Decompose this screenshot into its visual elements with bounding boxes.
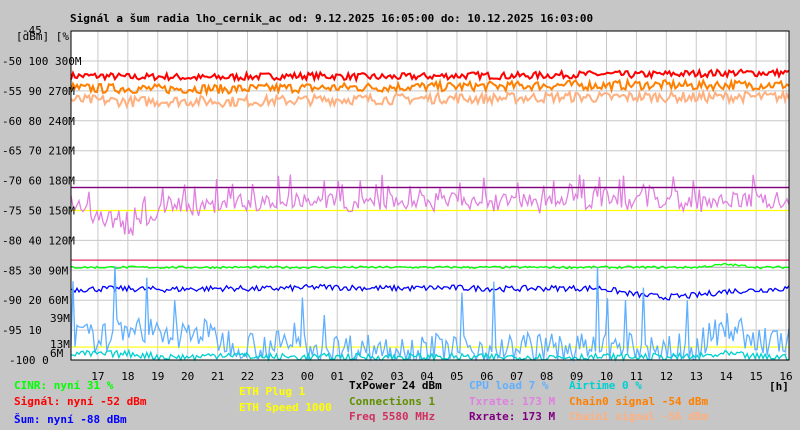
legend-eth-plug: ETH Plug 1 — [239, 385, 306, 398]
y-tick-label: -75 50 150M — [2, 205, 75, 218]
x-tick-label: 18 — [121, 370, 134, 383]
legend-chain1: Chain1 signal -56 dBm — [569, 410, 709, 423]
y-tick-label: -45 — [22, 24, 42, 37]
y-tick-label: -50 100 300M — [2, 55, 82, 68]
plot-area — [71, 31, 789, 360]
legend-txrate: Txrate: 173 M — [469, 395, 556, 408]
legend-chain0: Chain0 signal -54 dBm — [569, 395, 709, 408]
legend-airtime: Airtime 0 % — [569, 379, 642, 392]
y-tick-label: -65 70 210M — [2, 145, 75, 158]
x-tick-label: 13 — [690, 370, 703, 383]
x-tick-label: 01 — [331, 370, 344, 383]
legend-noise: Šum: nyní -88 dBm — [14, 413, 127, 426]
y-tick-label: -90 20 60M — [2, 294, 69, 307]
y-tick-label: -80 40 120M — [2, 234, 75, 247]
x-tick-label: 23 — [271, 370, 284, 383]
legend-cpu: CPU load 7 % — [469, 379, 549, 392]
y-tick-label: -95 10 — [2, 324, 42, 337]
y-extra-label: 39M — [50, 312, 70, 325]
y-extra-label: 6M — [50, 347, 64, 360]
x-tick-label: 22 — [241, 370, 254, 383]
x-tick-label: 00 — [301, 370, 314, 383]
x-tick-label: 12 — [660, 370, 673, 383]
x-tick-label: 21 — [211, 370, 224, 383]
x-tick-label: 14 — [720, 370, 734, 383]
x-tick-label: 05 — [450, 370, 463, 383]
legend-freq: Freq 5580 MHz — [349, 410, 436, 423]
chart-title: Signál a šum radia lho_cernik_ac od: 9.1… — [70, 12, 593, 25]
legend-eth-speed: ETH Speed 1000 — [239, 401, 332, 414]
x-tick-label: 16 — [779, 370, 792, 383]
x-tick-label: 19 — [151, 370, 164, 383]
x-tick-label: 20 — [181, 370, 194, 383]
y-tick-label: -70 60 180M — [2, 175, 75, 188]
legend-txpower: TxPower 24 dBm — [349, 379, 442, 392]
y-tick-label: -85 30 90M — [2, 264, 69, 277]
legend-cinr: CINR: nyní 31 % — [14, 379, 114, 392]
signal-noise-chart: Signál a šum radia lho_cernik_ac od: 9.1… — [2, 12, 793, 393]
legend-connections: Connections 1 — [349, 395, 436, 408]
y-tick-label: -100 0 — [9, 354, 49, 367]
legend-signal: Signál: nyní -52 dBm — [14, 395, 147, 408]
y-tick-label: -55 90 270M — [2, 85, 75, 98]
y-tick-label: -60 80 240M — [2, 115, 75, 128]
legend-rxrate: Rxrate: 173 M — [469, 410, 556, 423]
x-tick-label: 15 — [749, 370, 762, 383]
